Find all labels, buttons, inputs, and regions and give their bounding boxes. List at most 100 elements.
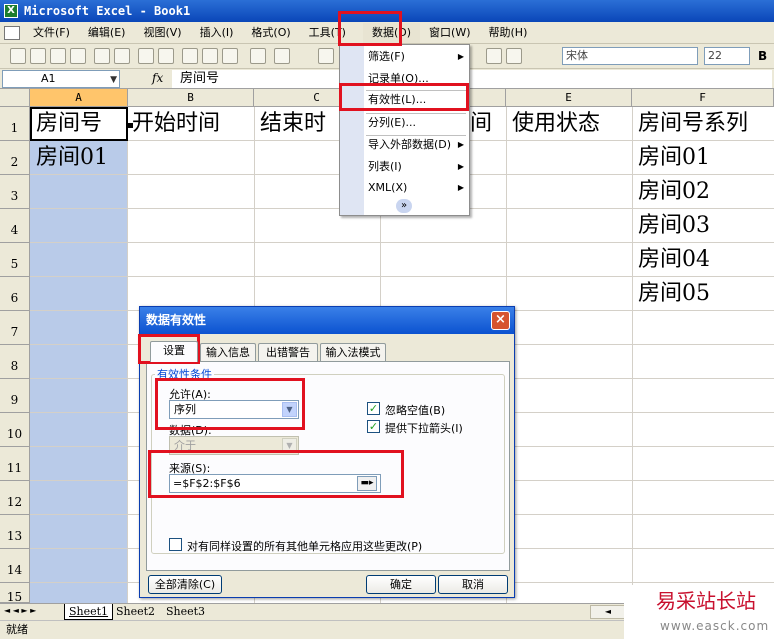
cut-icon[interactable] xyxy=(182,48,198,64)
row-header-8[interactable]: 8 xyxy=(0,345,30,379)
highlight-source-field xyxy=(148,450,404,498)
menu-help[interactable]: 帮助(H) xyxy=(480,23,537,43)
row-header-7[interactable]: 7 xyxy=(0,311,30,345)
undo-icon[interactable] xyxy=(274,48,290,64)
menu-file[interactable]: 文件(F) xyxy=(24,23,79,43)
cell-e1[interactable]: 使用状态 xyxy=(512,107,630,140)
gridline xyxy=(127,107,128,603)
row-header-2[interactable]: 2 xyxy=(0,141,30,175)
copy-icon[interactable] xyxy=(202,48,218,64)
close-icon[interactable]: × xyxy=(491,311,510,330)
menu-item-list[interactable]: 列表(I) ▶ xyxy=(368,157,468,177)
menu-item-xml[interactable]: XML(X) ▶ xyxy=(368,178,468,198)
ignore-blank-checkbox[interactable]: ✓ xyxy=(367,402,380,415)
menu-format[interactable]: 格式(O) xyxy=(242,23,299,43)
select-all-corner[interactable] xyxy=(0,89,30,107)
row-header-13[interactable]: 13 xyxy=(0,515,30,549)
cell-f1[interactable]: 房间号系列 xyxy=(638,107,774,140)
expand-menu-icon[interactable]: » xyxy=(396,199,412,213)
redo-icon[interactable] xyxy=(318,48,334,64)
print-preview-icon[interactable] xyxy=(114,48,130,64)
row-header-10[interactable]: 10 xyxy=(0,413,30,447)
row-header-4[interactable]: 4 xyxy=(0,209,30,243)
menu-insert[interactable]: 插入(I) xyxy=(191,23,243,43)
row-header-11[interactable]: 11 xyxy=(0,447,30,481)
cell-d1[interactable]: 间 xyxy=(470,107,506,140)
menu-item-label: 筛选(F) xyxy=(368,50,405,63)
function-icon[interactable]: fx xyxy=(152,71,163,85)
row-header-9[interactable]: 9 xyxy=(0,379,30,413)
font-size-select[interactable]: 22 xyxy=(704,47,750,65)
chevron-down-icon[interactable]: ▼ xyxy=(110,72,117,88)
row-header-12[interactable]: 12 xyxy=(0,481,30,515)
cell-c1[interactable]: 结束时 xyxy=(260,107,339,140)
column-header-a[interactable]: A xyxy=(30,89,128,107)
row-header-3[interactable]: 3 xyxy=(0,175,30,209)
watermark: 易采站长站 www.easck.com xyxy=(624,585,774,639)
format-painter-icon[interactable] xyxy=(250,48,266,64)
formula-input[interactable]: 房间号 xyxy=(172,70,772,88)
in-cell-dropdown-checkbox[interactable]: ✓ xyxy=(367,420,380,433)
watermark-url: www.easck.com xyxy=(660,619,770,633)
research-icon[interactable] xyxy=(158,48,174,64)
tab-ime-mode[interactable]: 输入法模式 xyxy=(320,343,386,361)
new-icon[interactable] xyxy=(10,48,26,64)
sheet-nav-arrows[interactable]: ◄ ◄ ► ► xyxy=(4,606,36,615)
menu-item-label: XML(X) xyxy=(368,181,408,194)
column-header-b[interactable]: B xyxy=(128,89,254,107)
cell-b1[interactable]: 开始时间 xyxy=(132,107,254,140)
row-header-6[interactable]: 6 xyxy=(0,277,30,311)
help-icon[interactable] xyxy=(506,48,522,64)
menu-item-import-external[interactable]: 导入外部数据(D) ▶ xyxy=(368,135,468,155)
workbook-icon[interactable] xyxy=(4,25,20,40)
row-header-14[interactable]: 14 xyxy=(0,549,30,583)
name-box[interactable]: A1 ▼ xyxy=(2,70,120,88)
cell-f5[interactable]: 房间04 xyxy=(638,243,710,276)
bold-button[interactable]: B xyxy=(758,49,767,63)
row-header-5[interactable]: 5 xyxy=(0,243,30,277)
tab-settings[interactable]: 设置 xyxy=(150,341,198,362)
permission-icon[interactable] xyxy=(70,48,86,64)
data-menu-dropdown: 筛选(F) ▶ 记录单(O)... 有效性(L)... 分列(E)... 导入外部… xyxy=(339,44,470,216)
menu-item-label: 分列(E)... xyxy=(368,116,417,129)
menu-item-text-to-columns[interactable]: 分列(E)... xyxy=(368,113,468,133)
cancel-button[interactable]: 取消 xyxy=(438,575,508,594)
sheet-tab-sheet3[interactable]: Sheet3 xyxy=(162,604,209,620)
ignore-blank-label: 忽略空值(B) xyxy=(385,404,446,417)
highlight-allow-field xyxy=(155,378,305,430)
cell-f3[interactable]: 房间02 xyxy=(638,175,710,208)
ok-button[interactable]: 确定 xyxy=(366,575,436,594)
window-title: Microsoft Excel - Book1 xyxy=(24,4,191,18)
menu-window[interactable]: 窗口(W) xyxy=(420,23,479,43)
print-icon[interactable] xyxy=(94,48,110,64)
chevron-right-icon: ▶ xyxy=(457,52,464,61)
font-name-select[interactable]: 宋体 xyxy=(562,47,698,65)
sheet-tab-sheet1[interactable]: Sheet1 xyxy=(64,604,114,620)
row-header-1[interactable]: 1 xyxy=(0,107,30,141)
cell-f6[interactable]: 房间05 xyxy=(638,277,710,310)
apply-all-checkbox[interactable] xyxy=(169,538,182,551)
save-icon[interactable] xyxy=(50,48,66,64)
tab-input-message[interactable]: 输入信息 xyxy=(200,343,256,361)
column-header-f[interactable]: F xyxy=(632,89,774,107)
highlight-validation-item xyxy=(339,83,469,111)
open-icon[interactable] xyxy=(30,48,46,64)
cell-a2[interactable]: 房间01 xyxy=(36,141,128,174)
column-a-selection xyxy=(30,107,128,603)
menu-item-filter[interactable]: 筛选(F) ▶ xyxy=(368,47,468,67)
paste-icon[interactable] xyxy=(222,48,238,64)
horizontal-scroll-left[interactable]: ◄ xyxy=(590,605,626,619)
cell-f4[interactable]: 房间03 xyxy=(638,209,710,242)
apply-all-label: 对有同样设置的所有其他单元格应用这些更改(P) xyxy=(187,540,423,553)
chart-wizard-icon[interactable] xyxy=(486,48,502,64)
column-header-e[interactable]: E xyxy=(506,89,632,107)
spelling-icon[interactable] xyxy=(138,48,154,64)
cell-f2[interactable]: 房间01 xyxy=(638,141,710,174)
row-header-15[interactable]: 15 xyxy=(0,583,30,604)
cell-a1[interactable]: 房间号 xyxy=(36,107,128,140)
tab-error-alert[interactable]: 出错警告 xyxy=(258,343,318,361)
menu-edit[interactable]: 编辑(E) xyxy=(79,23,135,43)
clear-all-button[interactable]: 全部清除(C) xyxy=(148,575,222,594)
menu-view[interactable]: 视图(V) xyxy=(134,23,190,43)
sheet-tab-sheet2[interactable]: Sheet2 xyxy=(112,604,159,620)
